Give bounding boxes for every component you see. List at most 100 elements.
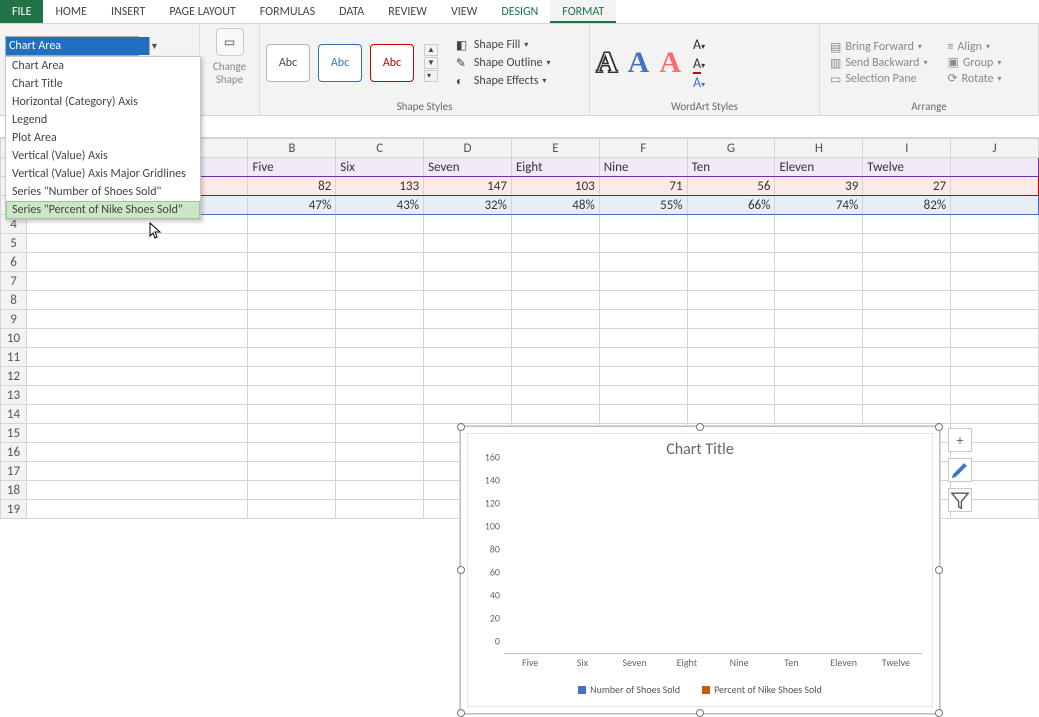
- chart-plus-button[interactable]: +: [948, 428, 972, 452]
- gallery-more-icon[interactable]: ▾: [424, 70, 438, 82]
- change-shape-icon[interactable]: ▭: [216, 28, 244, 56]
- resize-handle[interactable]: [457, 423, 465, 431]
- align-icon: ≡: [948, 40, 954, 54]
- chart-element-option[interactable]: Series "Percent of Nike Shoes Sold": [6, 201, 200, 219]
- tab-insert[interactable]: INSERT: [99, 0, 157, 23]
- brush-icon: [949, 459, 971, 481]
- shape-outline-button[interactable]: ✎Shape Outline▾: [452, 55, 555, 71]
- wordart-style-3[interactable]: A: [659, 46, 681, 80]
- tab-design[interactable]: DESIGN: [489, 0, 550, 23]
- resize-handle[interactable]: [935, 423, 943, 431]
- formula-input[interactable]: [200, 116, 1039, 137]
- gallery-scroll-up-icon[interactable]: ▲: [424, 44, 438, 56]
- group-label-arrange: Arrange: [826, 100, 1032, 113]
- y-tick-label: 20: [490, 612, 500, 625]
- rotate-button[interactable]: ⟳Rotate▾: [944, 71, 1006, 86]
- legend-swatch-icon: [578, 686, 586, 694]
- row-empty[interactable]: 11: [1, 348, 1039, 367]
- shape-style-1[interactable]: Abc: [266, 44, 310, 82]
- wordart-style-2[interactable]: A: [628, 46, 650, 80]
- row-empty[interactable]: 13: [1, 386, 1039, 405]
- legend-swatch-icon: [702, 686, 710, 694]
- row-empty[interactable]: 12: [1, 367, 1039, 386]
- funnel-icon: [949, 489, 971, 511]
- chart-object[interactable]: Chart Title 020406080100120140160 FiveSi…: [460, 426, 940, 714]
- shape-effects-button[interactable]: ◐Shape Effects▾: [452, 73, 555, 89]
- resize-handle[interactable]: [457, 566, 465, 574]
- chart-element-option[interactable]: Plot Area: [6, 129, 200, 147]
- tab-home[interactable]: HOME: [43, 0, 99, 23]
- x-category-label: Five: [504, 656, 556, 670]
- text-fill-button[interactable]: A▾: [693, 36, 705, 53]
- row-empty[interactable]: 6: [1, 253, 1039, 272]
- bring-forward-icon: ▤: [830, 40, 841, 55]
- gallery-scroll-down-icon[interactable]: ▼: [424, 57, 438, 69]
- x-category-label: Twelve: [870, 656, 922, 670]
- y-tick-label: 100: [485, 520, 500, 533]
- chart-legend[interactable]: Number of Shoes Sold Percent of Nike Sho…: [468, 683, 932, 696]
- chart-title[interactable]: Chart Title: [468, 434, 932, 461]
- shape-style-2[interactable]: Abc: [318, 44, 362, 82]
- group-label-shape-styles: Shape Styles: [266, 100, 583, 113]
- chart-element-option[interactable]: Vertical (Value) Axis: [6, 147, 200, 165]
- y-tick-label: 40: [490, 589, 500, 602]
- resize-handle[interactable]: [935, 709, 943, 717]
- chart-brush-button[interactable]: [948, 458, 972, 482]
- tab-format[interactable]: FORMAT: [550, 0, 616, 23]
- tab-view[interactable]: VIEW: [439, 0, 489, 23]
- text-outline-button[interactable]: A▾: [693, 55, 705, 72]
- tab-review[interactable]: REVIEW: [376, 0, 439, 23]
- wordart-gallery[interactable]: A A A: [596, 46, 681, 80]
- chart-element-selector-input[interactable]: [6, 37, 149, 55]
- shape-style-3[interactable]: Abc: [370, 44, 414, 82]
- selection-pane-button[interactable]: ▭Selection Pane: [826, 72, 932, 87]
- row-empty[interactable]: 10: [1, 329, 1039, 348]
- shape-styles-gallery[interactable]: Abc Abc Abc ▲ ▼ ▾: [266, 44, 438, 82]
- chart-element-option[interactable]: Vertical (Value) Axis Major Gridlines: [6, 165, 200, 183]
- x-category-label: Eleven: [818, 656, 870, 670]
- group-button[interactable]: ▣Group▾: [944, 55, 1006, 70]
- y-tick-label: 160: [485, 451, 500, 464]
- align-button[interactable]: ≡Align▾: [944, 40, 1006, 54]
- selection-pane-icon: ▭: [830, 72, 841, 87]
- chart-element-option[interactable]: Chart Area: [6, 57, 200, 75]
- tab-pagelayout[interactable]: PAGE LAYOUT: [157, 0, 247, 23]
- change-shape-label[interactable]: Change Shape: [213, 60, 246, 86]
- bucket-icon: ◧: [456, 38, 470, 52]
- chart-element-option[interactable]: Chart Title: [6, 75, 200, 93]
- row-empty[interactable]: 7: [1, 272, 1039, 291]
- x-category-label: Eight: [661, 656, 713, 670]
- chart-element-option[interactable]: Horizontal (Category) Axis: [6, 93, 200, 111]
- effects-icon: ◐: [456, 74, 470, 88]
- tab-data[interactable]: DATA: [327, 0, 376, 23]
- chart-element-dropdown[interactable]: Chart AreaChart TitleHorizontal (Categor…: [5, 56, 201, 220]
- resize-handle[interactable]: [935, 566, 943, 574]
- resize-handle[interactable]: [696, 423, 704, 431]
- row-empty[interactable]: 5: [1, 234, 1039, 253]
- send-backward-button[interactable]: ▥Send Backward▾: [826, 56, 932, 71]
- chevron-down-icon: ▾: [542, 76, 546, 86]
- chart-element-option[interactable]: Series "Number of Shoes Sold": [6, 183, 200, 201]
- chart-element-option[interactable]: Legend: [6, 111, 200, 129]
- chart-filter-button[interactable]: [948, 488, 972, 512]
- y-tick-label: 80: [490, 543, 500, 556]
- group-label-wordart: WordArt Styles: [596, 100, 813, 113]
- x-category-label: Ten: [765, 656, 817, 670]
- tab-formulas[interactable]: FORMULAS: [248, 0, 327, 23]
- plot-area[interactable]: [504, 470, 922, 654]
- resize-handle[interactable]: [696, 709, 704, 717]
- row-empty[interactable]: 8: [1, 291, 1039, 310]
- chart-element-selector[interactable]: ▼: [5, 36, 139, 56]
- resize-handle[interactable]: [457, 709, 465, 717]
- bring-forward-button[interactable]: ▤Bring Forward▾: [826, 40, 932, 55]
- pencil-icon: ✎: [456, 56, 470, 70]
- y-tick-label: 120: [485, 497, 500, 510]
- chevron-down-icon[interactable]: ▼: [149, 37, 159, 55]
- x-category-label: Seven: [609, 656, 661, 670]
- text-effects-button[interactable]: A▾: [693, 74, 705, 91]
- tab-file[interactable]: FILE: [0, 0, 43, 23]
- row-empty[interactable]: 14: [1, 405, 1039, 424]
- shape-fill-button[interactable]: ◧Shape Fill▾: [452, 37, 555, 53]
- row-empty[interactable]: 9: [1, 310, 1039, 329]
- wordart-style-1[interactable]: A: [596, 46, 618, 80]
